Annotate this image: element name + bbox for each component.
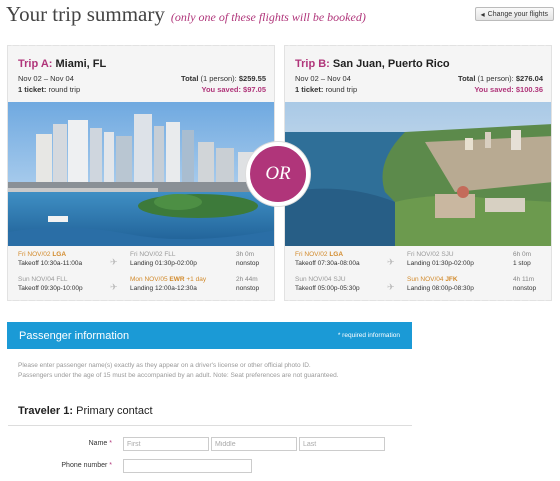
first-name-input[interactable] [123,437,209,451]
last-name-input[interactable] [299,437,385,451]
passenger-instructions: Please enter passenger name(s) exactly a… [18,361,418,381]
required-note: * required information [337,332,400,339]
divider [8,425,412,426]
trip-a-outbound-flight: Fri NOV/02 LGA Takeoff 10:30a-11:00a ✈ F… [18,251,260,267]
passenger-info-header: Passenger information * required informa… [7,322,412,349]
trip-b-tickets: 1 ticket: round trip [295,85,358,94]
trip-a-tickets: 1 ticket: round trip [18,85,81,94]
trip-a-total: Total (1 person): $259.55 [181,74,266,83]
passenger-info-title: Passenger information [19,329,130,342]
trip-b-total: Total (1 person): $276.04 [458,74,543,83]
page-subtitle: (only one of these flights will be booke… [170,10,366,24]
left-arrow-icon: ◂ [480,9,485,19]
trip-a-destination: Miami, FL [55,58,107,70]
trip-b-destination: San Juan, Puerto Rico [332,58,450,70]
passenger-note-line2: Passengers under the age of 15 must be a… [18,372,339,379]
trip-b-saved: You saved: $100.36 [474,85,543,94]
name-label: Name * [88,440,112,447]
change-flights-label: Change your flights [487,10,548,18]
traveler-title: Traveler 1: Primary contact [18,405,153,417]
trip-b-dates: Nov 02 – Nov 04 [295,74,351,83]
phone-label: Phone number * [61,462,112,469]
airplane-icon: ✈ [110,282,118,292]
passenger-note-line1: Please enter passenger name(s) exactly a… [18,362,311,369]
trip-card-a: Trip A: Miami, FL Nov 02 – Nov 04 Total … [7,42,275,304]
or-badge: OR [246,142,310,206]
miami-skyline-photo [8,102,274,246]
trip-a-title: Trip A: Miami, FL [18,58,266,70]
airplane-icon: ✈ [110,257,118,267]
page-title-text: Your trip summary [6,2,165,26]
trip-b-label: Trip B: [295,58,330,70]
trip-a-dates: Nov 02 – Nov 04 [18,74,74,83]
change-flights-button[interactable]: ◂ Change your flights [474,7,554,21]
page-title: Your trip summary (only one of these flig… [6,2,366,27]
airplane-icon: ✈ [387,257,395,267]
trip-a-label: Trip A: [18,58,53,70]
trip-b-outbound-flight: Fri NOV/02 LGA Takeoff 07:30a-08:00a ✈ F… [295,251,532,267]
trip-a-saved: You saved: $97.05 [201,85,266,94]
san-juan-coast-photo [285,102,551,246]
airplane-icon: ✈ [387,282,395,292]
trip-b-return-flight: Sun NOV/04 SJU Takeoff 05:00p-05:30p ✈ S… [295,276,537,292]
trip-card-b: Trip B: San Juan, Puerto Rico Nov 02 – N… [284,42,552,304]
middle-name-input[interactable] [211,437,297,451]
trip-a-return-flight: Sun NOV/04 FLL Takeoff 09:30p-10:00p ✈ M… [18,276,260,292]
trip-b-title: Trip B: San Juan, Puerto Rico [295,58,543,70]
phone-number-input[interactable] [123,459,252,473]
